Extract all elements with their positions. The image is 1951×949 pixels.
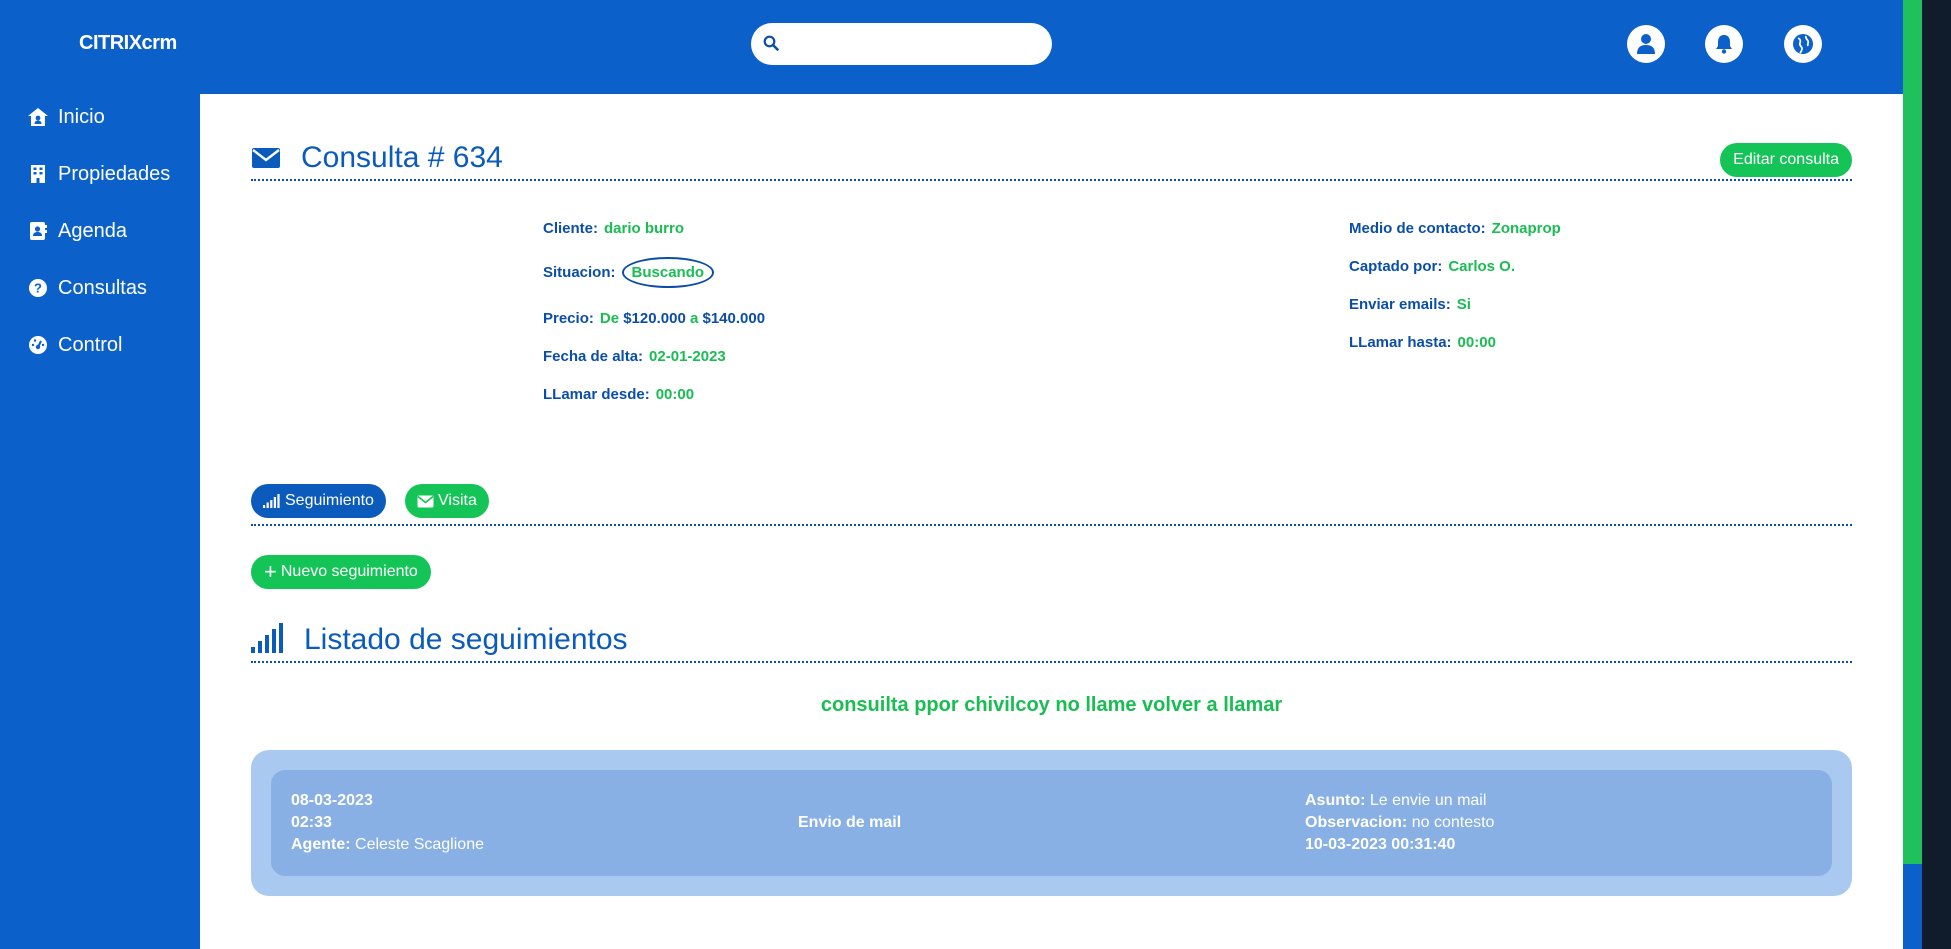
brand-logo[interactable]: CITRIXcrm: [79, 32, 177, 55]
listado-header: Listado de seguimientos: [251, 623, 1852, 663]
captado-label: Captado por:: [1349, 258, 1443, 275]
sidebar-item-inicio[interactable]: Inicio: [26, 102, 105, 132]
building-icon: [26, 162, 50, 186]
home-icon: [26, 105, 50, 129]
bell-icon[interactable]: [1705, 25, 1743, 63]
asunto-value: Le envie un mail: [1369, 792, 1487, 809]
sidebar-item-label: Inicio: [58, 105, 105, 128]
llamar-desde-field: LLamar desde: 00:00: [543, 386, 694, 403]
llamar-hasta-label: LLamar hasta:: [1349, 334, 1452, 351]
tab-visita-label: Visita: [438, 492, 477, 509]
seguimiento-card[interactable]: 08-03-2023 02:33 Agente: Celeste Scaglio…: [271, 770, 1832, 876]
observacion-value: no contesto: [1411, 814, 1495, 831]
precio-max: $140.000: [702, 310, 766, 327]
llamar-hasta-value: 00:00: [1457, 334, 1496, 351]
address-book-icon: [26, 219, 50, 243]
precio-label: Precio:: [543, 310, 594, 327]
medio-contacto-label: Medio de contacto:: [1349, 220, 1486, 237]
seguimiento-timestamp: 10-03-2023 00:31:40: [1305, 836, 1456, 853]
dashboard-icon: [26, 333, 50, 357]
sidebar-item-propiedades[interactable]: Propiedades: [26, 159, 170, 189]
question-circle-icon: ?: [26, 276, 50, 300]
user-icon[interactable]: [1627, 25, 1665, 63]
tab-seguimiento[interactable]: Seguimiento: [251, 484, 386, 518]
plus-icon: +: [264, 559, 277, 584]
consulta-note: consuilta ppor chivilcoy no llame volver…: [820, 694, 1283, 716]
seguimiento-type-label: Envio de mail: [798, 814, 902, 831]
situacion-label: Situacion:: [543, 264, 616, 281]
seguimiento-date: 08-03-2023: [291, 792, 373, 809]
medio-contacto-value: Zonaprop: [1491, 220, 1561, 237]
tab-visita[interactable]: Visita: [405, 484, 489, 518]
consulta-header: Consulta # 634 Editar consulta: [251, 141, 1852, 181]
sidebar-item-label: Propiedades: [58, 162, 171, 185]
enviar-emails-field: Enviar emails: Si: [1349, 296, 1471, 313]
globe-icon[interactable]: [1784, 25, 1822, 63]
llamar-desde-label: LLamar desde:: [543, 386, 650, 403]
sidebar-item-consultas[interactable]: ? Consultas: [26, 273, 147, 303]
llamar-desde-value: 00:00: [655, 386, 695, 403]
fecha-alta-value: 02-01-2023: [649, 348, 726, 365]
agente-label: Agente:: [291, 836, 351, 853]
cliente-field: Cliente: dario burro: [543, 220, 684, 237]
precio-min: $120.000: [623, 310, 686, 327]
search-icon: [763, 35, 779, 56]
sidebar: Inicio Propiedades Agenda ? Consultas Co…: [0, 94, 200, 949]
nuevo-seguimiento-label: Nuevo seguimiento: [280, 563, 418, 580]
envelope-icon: [251, 147, 281, 174]
precio-field: Precio: De $120.000 a $140.000: [543, 310, 765, 327]
search-box[interactable]: [751, 23, 1052, 65]
asunto-label: Asunto:: [1305, 792, 1366, 809]
sidebar-item-label: Control: [58, 333, 123, 356]
seguimiento-type: Envio de mail: [798, 812, 901, 834]
precio-a: a: [689, 310, 699, 327]
signal-icon: [263, 494, 281, 508]
enviar-emails-label: Enviar emails:: [1349, 296, 1451, 313]
observacion-label: Observacion:: [1305, 814, 1408, 831]
main-content: Consulta # 634 Editar consulta Cliente: d…: [200, 94, 1903, 949]
tab-seguimiento-label: Seguimiento: [285, 492, 374, 509]
page-title: Consulta # 634: [301, 141, 503, 174]
seguimiento-datetime: 08-03-2023 02:33 Agente: Celeste Scaglio…: [291, 790, 484, 856]
tabs-divider: [251, 524, 1852, 526]
svg-text:?: ?: [34, 281, 42, 296]
scrollbar-track[interactable]: [1922, 0, 1951, 949]
edit-consulta-button[interactable]: Editar consulta: [1720, 143, 1852, 177]
scroll-indicator-bottom: [1903, 864, 1922, 949]
enviar-emails-value: Si: [1456, 296, 1471, 313]
captado-field: Captado por: Carlos O.: [1349, 258, 1515, 275]
envelope-icon: [417, 495, 434, 508]
seguimiento-time: 02:33: [291, 814, 332, 831]
fecha-alta-label: Fecha de alta:: [543, 348, 644, 365]
seguimiento-list: 08-03-2023 02:33 Agente: Celeste Scaglio…: [251, 750, 1852, 896]
cliente-value: dario burro: [604, 220, 685, 237]
status-badge: Buscando: [621, 257, 715, 288]
precio-de: De: [599, 310, 620, 327]
signal-icon: [251, 623, 287, 660]
top-bar: CITRIXcrm: [0, 0, 1903, 94]
seguimiento-details: Asunto: Le envie un mail Observacion: no…: [1305, 790, 1494, 856]
nuevo-seguimiento-button[interactable]: + Nuevo seguimiento: [251, 555, 431, 589]
llamar-hasta-field: LLamar hasta: 00:00: [1349, 334, 1496, 351]
sidebar-item-agenda[interactable]: Agenda: [26, 216, 127, 246]
captado-value: Carlos O.: [1448, 258, 1516, 275]
search-input[interactable]: [785, 29, 1040, 59]
situacion-field: Situacion: Buscando: [543, 257, 715, 288]
fecha-alta-field: Fecha de alta: 02-01-2023: [543, 348, 726, 365]
sidebar-item-control[interactable]: Control: [26, 330, 122, 360]
scroll-indicator: [1903, 0, 1922, 864]
sidebar-item-label: Consultas: [58, 276, 147, 299]
agente-value: Celeste Scaglione: [355, 836, 484, 853]
medio-contacto-field: Medio de contacto: Zonaprop: [1349, 220, 1561, 237]
cliente-label: Cliente:: [543, 220, 599, 237]
sidebar-item-label: Agenda: [58, 219, 127, 242]
listado-title: Listado de seguimientos: [304, 623, 628, 656]
